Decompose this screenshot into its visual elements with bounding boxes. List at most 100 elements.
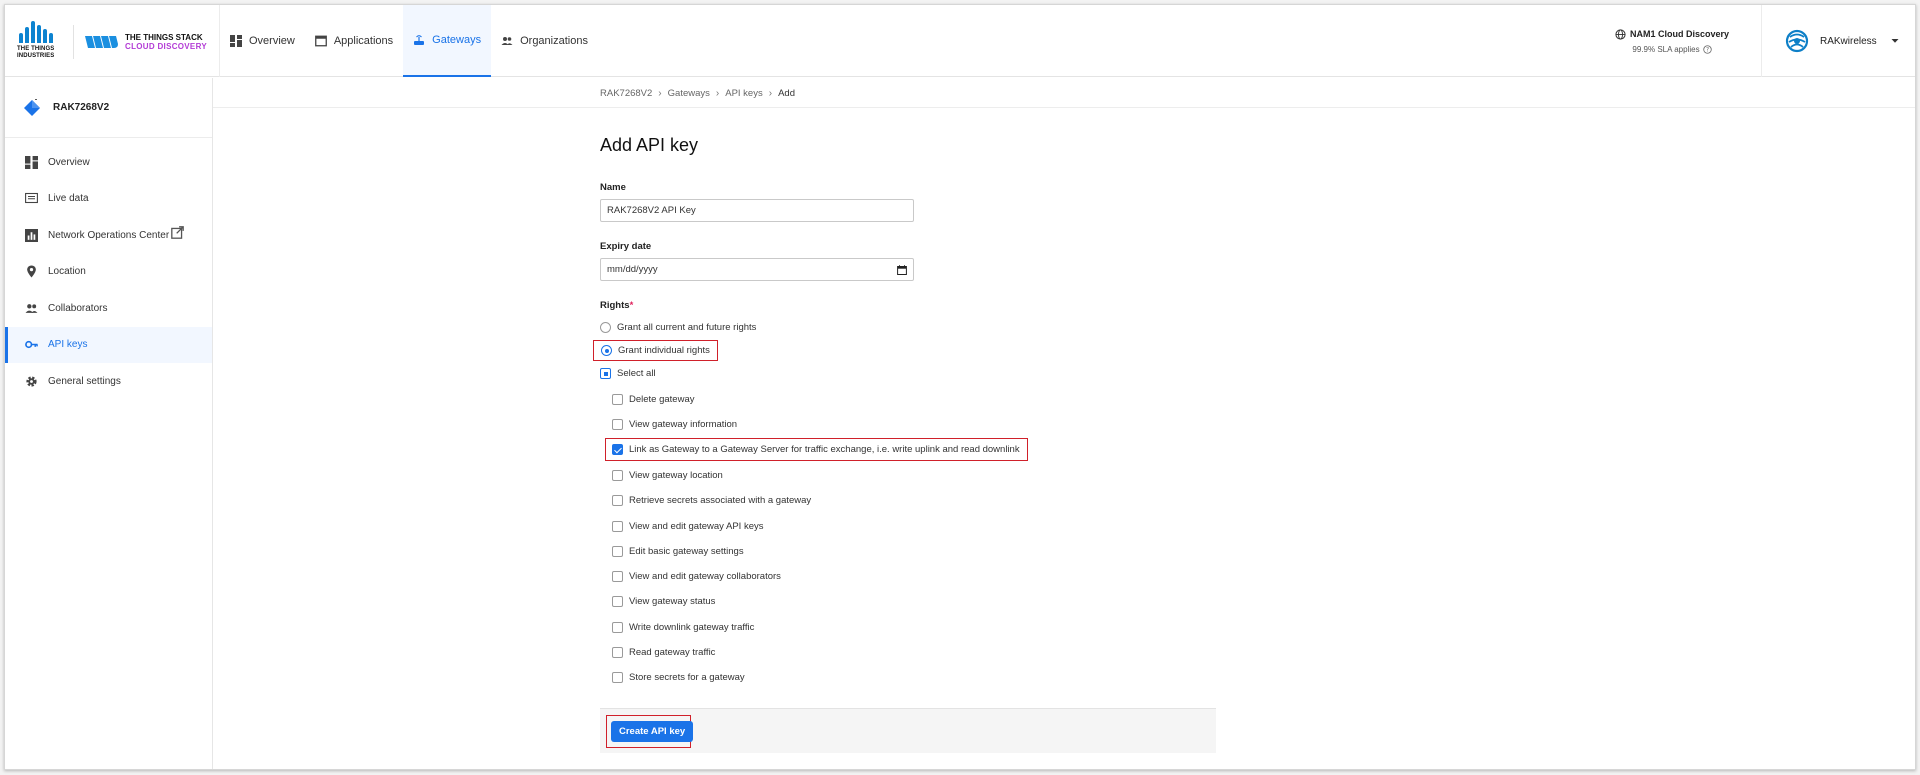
logo-bars-icon xyxy=(19,21,57,43)
right-label: View and edit gateway collaborators xyxy=(629,571,781,582)
page-title: Add API key xyxy=(600,135,699,155)
right-checkbox-view-gateway-information[interactable]: View gateway information xyxy=(612,419,737,430)
nav-tab-gateways-label: Gateways xyxy=(432,34,482,46)
calendar-icon[interactable] xyxy=(897,264,907,275)
sidebar-gateway-name: RAK7268V2 xyxy=(53,102,110,113)
grant-all-rights-label: Grant all current and future rights xyxy=(617,322,757,333)
form-submit-bar: Create API key xyxy=(600,708,1216,753)
name-label: Name xyxy=(600,182,626,193)
sidebar-menu: Overview Live data Network Operations Ce… xyxy=(5,138,212,400)
select-all-checkbox[interactable]: Select all xyxy=(600,368,1220,379)
right-checkbox-store-secrets[interactable]: Store secrets for a gateway xyxy=(612,672,745,683)
right-checkbox-retrieve-secrets[interactable]: Retrieve secrets associated with a gatew… xyxy=(612,495,811,506)
grant-individual-rights-label: Grant individual rights xyxy=(618,345,710,356)
radio-selected-icon xyxy=(601,345,612,356)
the-things-industries-logo[interactable]: THE THINGS INDUSTRIES xyxy=(17,21,57,63)
expiry-date-placeholder: mm/dd/yyyy xyxy=(607,264,658,275)
gateway-icon xyxy=(414,35,425,45)
gear-icon xyxy=(26,376,37,387)
dashboard-icon xyxy=(25,155,38,169)
grant-all-rights-radio[interactable]: Grant all current and future rights xyxy=(600,322,1220,333)
checkbox-checked-icon xyxy=(612,444,623,455)
people-icon xyxy=(501,37,513,45)
checkbox-icon xyxy=(612,470,623,481)
sidebar-item-live-data[interactable]: Live data xyxy=(5,181,212,218)
stack-logo-icon xyxy=(85,36,118,48)
right-label: Retrieve secrets associated with a gatew… xyxy=(629,495,812,506)
sidebar-item-api-keys[interactable]: API keys xyxy=(5,326,212,363)
right-checkbox-view-gateway-status[interactable]: View gateway status xyxy=(612,596,715,607)
right-label: View gateway location xyxy=(629,470,723,481)
right-checkbox-delete-gateway[interactable]: Delete gateway xyxy=(612,394,694,405)
nav-tab-applications-label: Applications xyxy=(333,35,394,47)
right-checkbox-view-gateway-location[interactable]: View gateway location xyxy=(612,470,723,481)
the-things-stack-logo[interactable]: THE THINGS STACK CLOUD DISCOVERY xyxy=(83,33,207,51)
cluster-info[interactable]: NAM1 Cloud Discovery 99.9% SLA applies ? xyxy=(1593,28,1761,54)
caret-down-icon xyxy=(1891,39,1899,43)
chevron-right-icon: › xyxy=(768,88,773,99)
top-navigation: Overview Applications Gateways Organizat… xyxy=(219,5,598,77)
checkbox-icon xyxy=(612,622,623,633)
checkbox-icon xyxy=(612,546,623,557)
user-menu[interactable]: RAKwireless xyxy=(1761,5,1915,77)
logo-text: THE THINGS INDUSTRIES xyxy=(17,46,55,59)
radio-icon xyxy=(600,322,611,333)
top-bar: THE THINGS INDUSTRIES THE THINGS STACK C… xyxy=(5,5,1915,77)
sidebar-item-label: API keys xyxy=(48,339,88,351)
sidebar-item-network-operations-center[interactable]: Network Operations Center xyxy=(5,217,212,254)
list-icon xyxy=(25,193,38,204)
sidebar-item-general-settings[interactable]: General settings xyxy=(5,363,212,400)
rights-list: Delete gateway View gateway information … xyxy=(600,379,1220,683)
grant-individual-rights-radio[interactable]: Grant individual rights xyxy=(593,340,718,361)
sidebar-item-label: Overview xyxy=(48,156,90,168)
right-checkbox-read-traffic[interactable]: Read gateway traffic xyxy=(612,647,715,658)
expiry-date-label: Expiry date xyxy=(600,241,652,252)
nav-tab-applications[interactable]: Applications xyxy=(305,5,403,77)
logo-divider xyxy=(73,25,74,59)
app-window: THE THINGS INDUSTRIES THE THINGS STACK C… xyxy=(4,4,1916,770)
checkbox-indeterminate-icon xyxy=(600,368,611,379)
right-label: Delete gateway xyxy=(629,394,695,405)
checkbox-icon xyxy=(612,596,623,607)
expiry-date-input[interactable]: mm/dd/yyyy xyxy=(600,258,914,281)
right-checkbox-view-edit-collaborators[interactable]: View and edit gateway collaborators xyxy=(612,571,781,582)
nav-tab-organizations[interactable]: Organizations xyxy=(491,5,598,77)
external-link-icon xyxy=(171,225,185,239)
select-all-label: Select all xyxy=(617,368,656,379)
sla-text: 99.9% SLA applies xyxy=(1632,44,1700,54)
nav-tab-gateways[interactable]: Gateways xyxy=(403,5,492,77)
help-icon[interactable]: ? xyxy=(1702,44,1712,54)
breadcrumb-gateways[interactable]: Gateways xyxy=(668,88,710,99)
rakwireless-logo-icon xyxy=(1785,29,1809,53)
key-icon xyxy=(25,341,38,349)
create-api-key-button[interactable]: Create API key xyxy=(611,721,694,742)
right-label: View gateway information xyxy=(629,419,738,430)
checkbox-icon xyxy=(612,647,623,658)
right-label: Write downlink gateway traffic xyxy=(629,622,755,633)
right-label: View gateway status xyxy=(629,596,716,607)
sidebar-item-collaborators[interactable]: Collaborators xyxy=(5,290,212,327)
svg-text:?: ? xyxy=(1706,47,1709,53)
nav-tab-organizations-label: Organizations xyxy=(520,35,588,47)
nav-tab-overview-label: Overview xyxy=(249,35,295,47)
chart-icon xyxy=(25,228,38,242)
dashboard-icon xyxy=(230,35,242,47)
name-input[interactable]: RAK7268V2 API Key xyxy=(600,199,914,222)
breadcrumb: RAK7268V2 › Gateways › API keys › Add xyxy=(213,78,1915,108)
rights-label: Rights* xyxy=(600,300,1220,311)
right-checkbox-edit-basic-settings[interactable]: Edit basic gateway settings xyxy=(612,546,744,557)
header-right: NAM1 Cloud Discovery 99.9% SLA applies ?… xyxy=(1593,5,1915,77)
sidebar-item-location[interactable]: Location xyxy=(5,254,212,291)
right-label: Edit basic gateway settings xyxy=(629,546,744,557)
right-label: Store secrets for a gateway xyxy=(629,672,745,683)
pin-icon xyxy=(27,265,36,278)
right-checkbox-write-downlink[interactable]: Write downlink gateway traffic xyxy=(612,622,754,633)
right-checkbox-view-edit-api-keys[interactable]: View and edit gateway API keys xyxy=(612,521,764,532)
sidebar-item-label: Location xyxy=(48,266,86,278)
sidebar-item-overview[interactable]: Overview xyxy=(5,144,212,181)
nav-tab-overview[interactable]: Overview xyxy=(220,5,305,77)
right-checkbox-link-as-gateway[interactable]: Link as Gateway to a Gateway Server for … xyxy=(605,438,1028,461)
breadcrumb-api-keys[interactable]: API keys xyxy=(725,88,763,99)
breadcrumb-gateway[interactable]: RAK7268V2 xyxy=(600,88,652,99)
sidebar-gateway-header: RAK7268V2 xyxy=(5,78,212,138)
